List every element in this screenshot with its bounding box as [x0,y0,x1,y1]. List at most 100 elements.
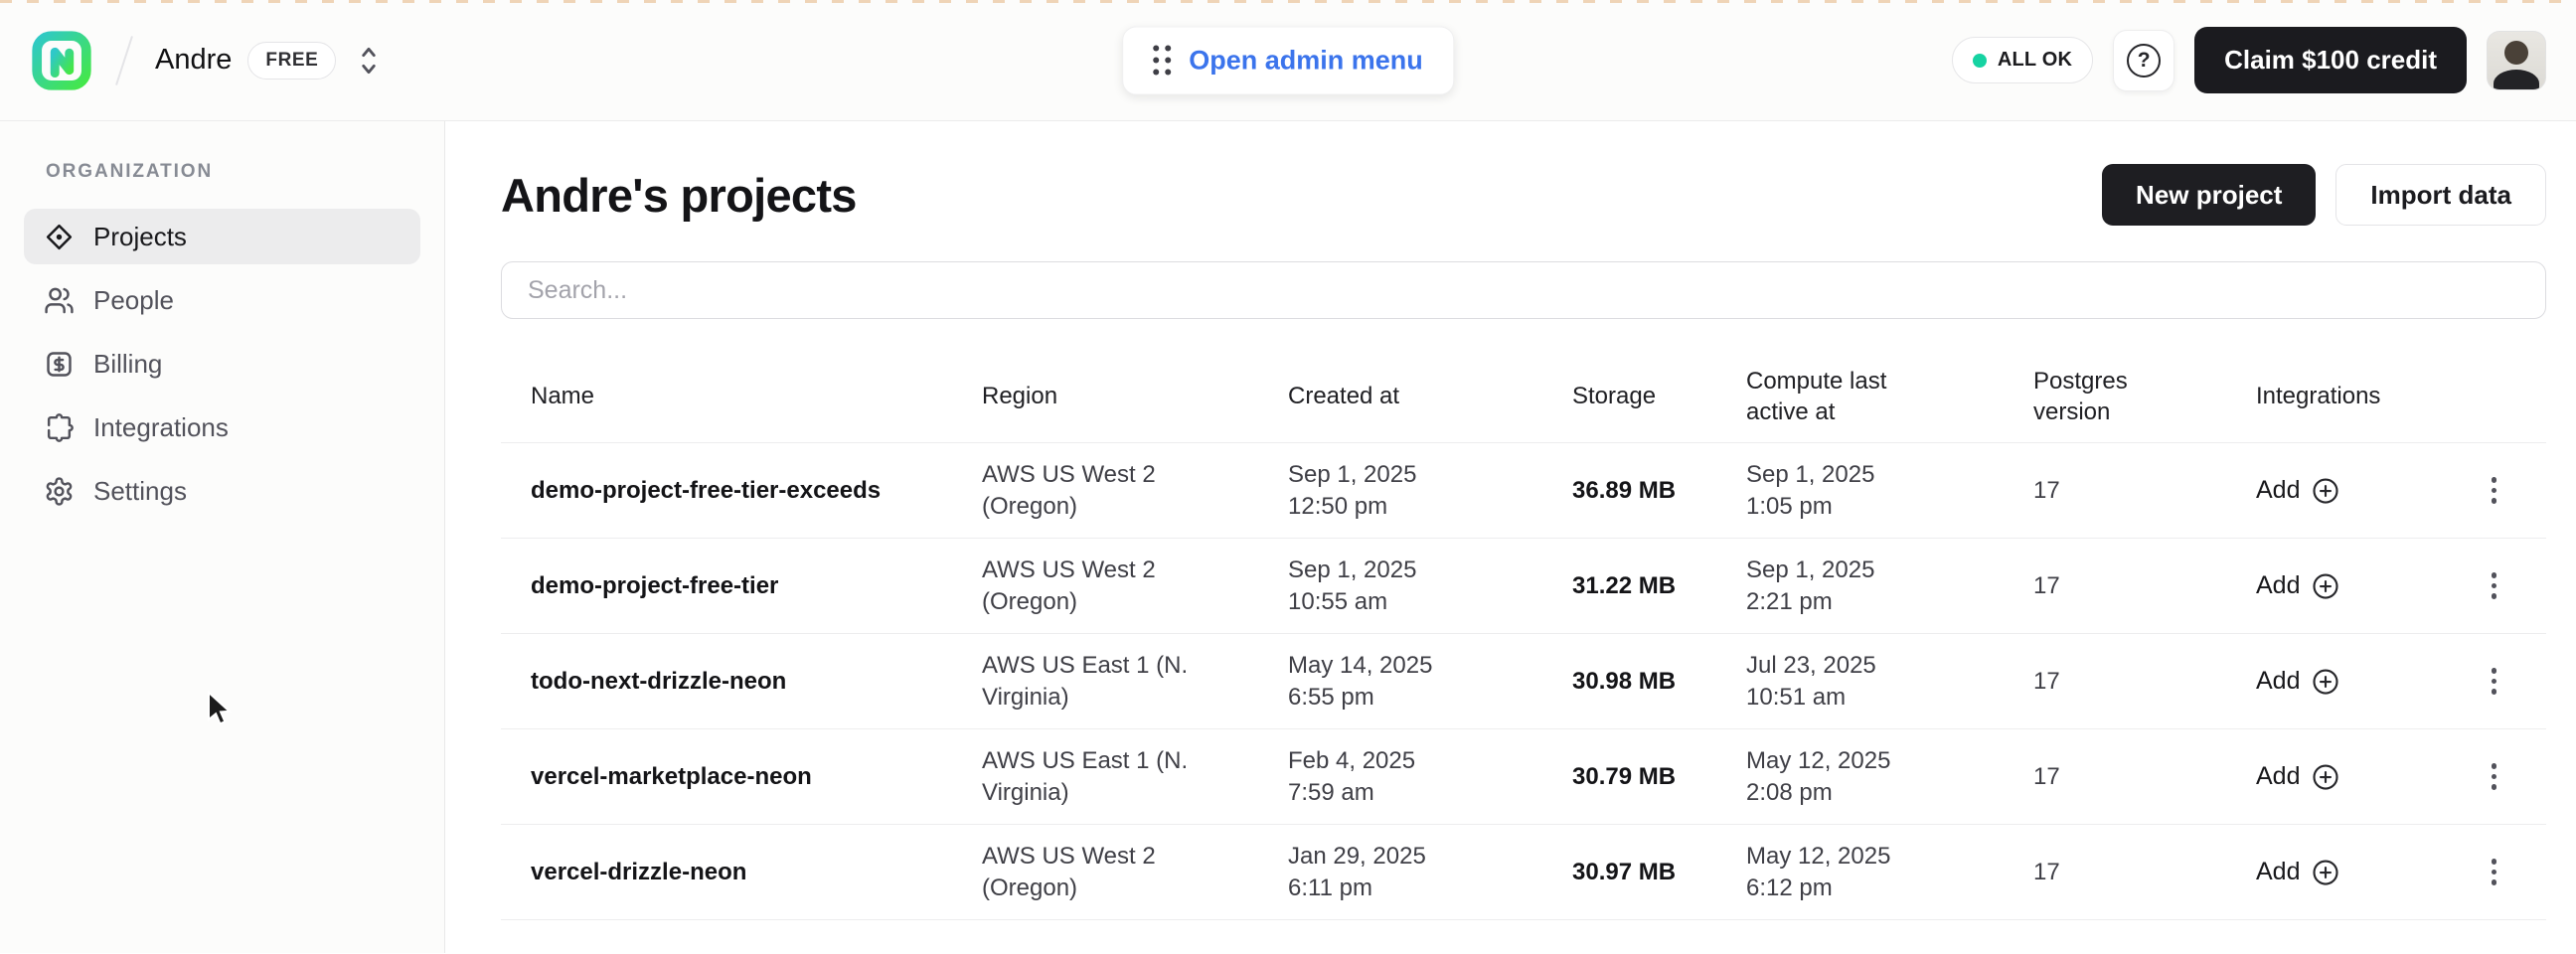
claim-credit-button[interactable]: Claim $100 credit [2194,27,2467,93]
sidebar-item-people[interactable]: People [24,272,420,328]
sidebar-section-label: ORGANIZATION [46,161,420,183]
sidebar-item-billing[interactable]: Billing [24,336,420,392]
table-row[interactable]: vercel-marketplace-neon AWS US East 1 (N… [501,729,2546,825]
top-edge-decoration [0,0,2576,3]
project-created-at: Sep 1, 2025 12:50 pm [1258,459,1542,522]
avatar[interactable] [2487,31,2546,90]
status-badge[interactable]: ALL OK [1952,37,2093,83]
project-storage: 30.98 MB [1542,666,1716,698]
column-header-storage: Storage [1542,381,1716,411]
sidebar: ORGANIZATION Projects People [0,121,445,953]
people-icon [44,285,75,316]
project-compute-last-active: May 12, 2025 2:08 pm [1716,745,2004,808]
column-header-compute-last-active: Compute last active at [1716,366,2004,427]
project-compute-last-active: Sep 1, 2025 2:21 pm [1716,555,2004,617]
project-name: vercel-marketplace-neon [501,761,952,793]
table-row[interactable]: todo-next-drizzle-neon AWS US East 1 (N.… [501,634,2546,729]
table-row[interactable]: vercel-drizzle-neon AWS US West 2 (Orego… [501,825,2546,920]
project-region: AWS US West 2 (Oregon) [952,555,1258,617]
search-input[interactable] [501,261,2546,319]
avatar-body-shape [2494,70,2539,90]
project-region: AWS US East 1 (N. Virginia) [952,650,1258,713]
sidebar-item-integrations[interactable]: Integrations [24,399,420,455]
project-created-at: May 14, 2025 6:55 pm [1258,650,1542,713]
new-project-button[interactable]: New project [2102,164,2316,226]
plus-circle-icon [2311,762,2340,792]
import-data-button[interactable]: Import data [2335,164,2546,226]
project-region: AWS US West 2 (Oregon) [952,459,1258,522]
project-region: AWS US West 2 (Oregon) [952,841,1258,903]
project-compute-last-active: Jul 23, 2025 10:51 am [1716,650,2004,713]
settings-icon [44,476,75,507]
project-storage: 30.79 MB [1542,761,1716,793]
project-created-at: Feb 4, 2025 7:59 am [1258,745,1542,808]
sidebar-item-label: People [93,285,174,316]
row-menu-button[interactable] [2486,662,2503,701]
project-integrations-cell: Add [2226,757,2546,796]
column-header-integrations: Integrations [2226,381,2546,411]
column-header-created-at: Created at [1258,381,1542,411]
sidebar-item-projects[interactable]: Projects [24,209,420,264]
project-name: todo-next-drizzle-neon [501,666,952,698]
topbar-left: Andre FREE [30,29,382,92]
project-compute-last-active: Sep 1, 2025 1:05 pm [1716,459,2004,522]
project-created-at: Jan 29, 2025 6:11 pm [1258,841,1542,903]
projects-table: Name Region Created at Storage Compute l… [501,351,2546,920]
admin-menu-label: Open admin menu [1189,45,1423,76]
project-storage: 30.97 MB [1542,857,1716,888]
topbar: Andre FREE Open admin menu ALL OK ? Cl [0,0,2576,121]
project-postgres-version: 17 [2004,666,2226,698]
project-integrations-cell: Add [2226,853,2546,891]
plan-badge: FREE [247,42,336,80]
project-region: AWS US East 1 (N. Virginia) [952,745,1258,808]
add-integration-button[interactable]: Add [2256,667,2340,697]
column-header-region: Region [952,381,1258,411]
project-name: vercel-drizzle-neon [501,857,952,888]
app-shell: ORGANIZATION Projects People [0,121,2576,953]
project-integrations-cell: Add [2226,471,2546,510]
org-switcher[interactable]: Andre FREE [155,42,382,80]
add-integration-button[interactable]: Add [2256,476,2340,506]
row-menu-button[interactable] [2486,566,2503,605]
chevron-updown-icon [356,44,382,78]
plus-circle-icon [2311,571,2340,601]
main-content: Andre's projects New project Import data… [445,121,2576,953]
sidebar-item-label: Integrations [93,412,229,443]
column-header-name: Name [501,381,952,411]
open-admin-menu-button[interactable]: Open admin menu [1122,26,1454,94]
title-row: Andre's projects New project Import data [501,164,2546,226]
project-name: demo-project-free-tier-exceeds [501,475,952,507]
title-actions: New project Import data [2102,164,2546,226]
row-menu-button[interactable] [2486,471,2503,510]
avatar-head-shape [2504,41,2528,65]
project-integrations-cell: Add [2226,566,2546,605]
add-integration-button[interactable]: Add [2256,571,2340,601]
status-label: ALL OK [1998,49,2072,72]
project-compute-last-active: May 12, 2025 6:12 pm [1716,841,2004,903]
table-row[interactable]: demo-project-free-tier-exceeds AWS US We… [501,443,2546,539]
column-header-postgres-version: Postgres version [2004,366,2226,427]
sidebar-item-label: Billing [93,349,162,380]
sidebar-item-label: Projects [93,222,187,252]
help-button[interactable]: ? [2113,30,2174,91]
status-dot-icon [1973,54,1987,68]
neon-logo[interactable] [30,29,93,92]
project-integrations-cell: Add [2226,662,2546,701]
project-postgres-version: 17 [2004,570,2226,602]
sidebar-item-settings[interactable]: Settings [24,463,420,519]
drag-grid-icon [1153,46,1171,76]
table-header: Name Region Created at Storage Compute l… [501,351,2546,443]
sidebar-item-label: Settings [93,476,187,507]
row-menu-button[interactable] [2486,853,2503,891]
plus-circle-icon [2311,858,2340,887]
table-row[interactable]: demo-project-free-tier AWS US West 2 (Or… [501,539,2546,634]
projects-icon [44,222,75,252]
add-integration-button[interactable]: Add [2256,762,2340,792]
plus-circle-icon [2311,476,2340,506]
row-menu-button[interactable] [2486,757,2503,796]
neon-console: Andre FREE Open admin menu ALL OK ? Cl [0,0,2576,953]
neon-logo-icon [31,30,92,91]
project-created-at: Sep 1, 2025 10:55 am [1258,555,1542,617]
help-icon: ? [2127,44,2161,78]
add-integration-button[interactable]: Add [2256,858,2340,887]
